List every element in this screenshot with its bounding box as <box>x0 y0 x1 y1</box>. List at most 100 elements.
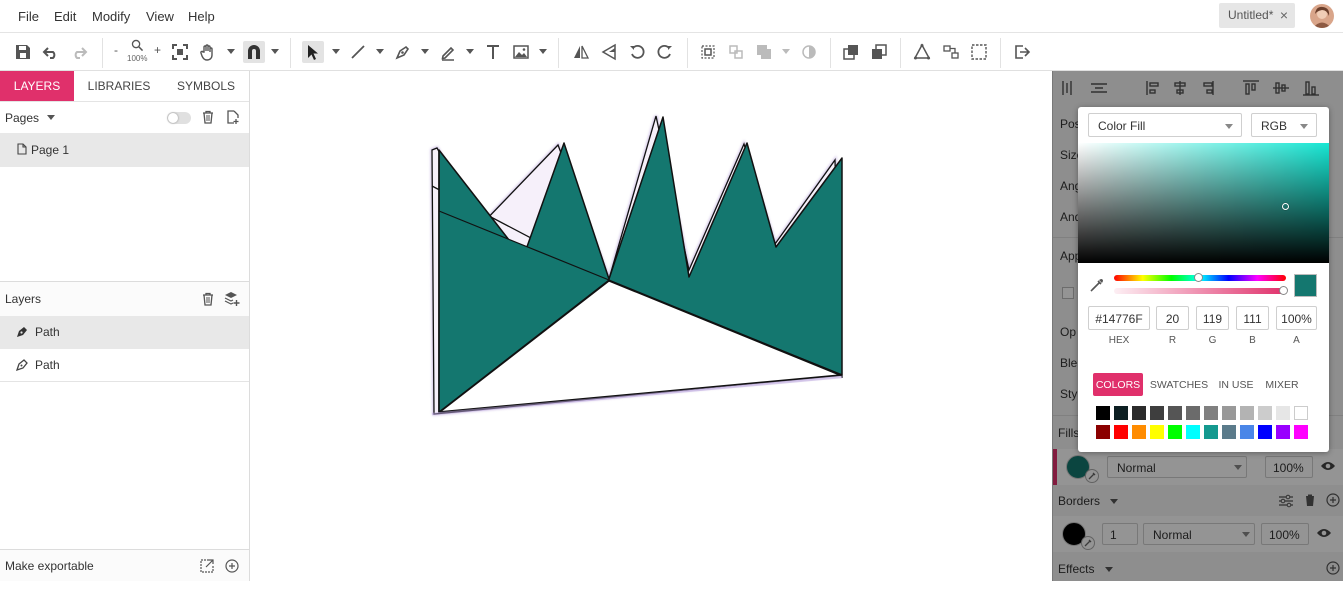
artboard-icon[interactable] <box>968 41 990 63</box>
color-swatch[interactable] <box>1168 406 1182 420</box>
rotate-left-icon[interactable] <box>626 41 648 63</box>
color-swatch[interactable] <box>1096 406 1110 420</box>
pencil-tool-icon[interactable] <box>437 41 459 63</box>
line-tool-icon[interactable] <box>347 41 369 63</box>
canvas-artwork[interactable] <box>250 71 1052 581</box>
fill-type-select[interactable]: Color Fill <box>1088 113 1242 137</box>
select-tool-icon[interactable] <box>302 41 324 63</box>
snap-magnet-icon[interactable] <box>243 41 265 63</box>
delete-layer-icon[interactable] <box>201 292 215 306</box>
zoom-out-button[interactable]: - <box>114 43 118 57</box>
color-swatch[interactable] <box>1222 425 1236 439</box>
layer-item[interactable]: Path <box>0 316 249 349</box>
image-tool-icon[interactable] <box>510 41 532 63</box>
color-swatch[interactable] <box>1132 406 1146 420</box>
color-swatch[interactable] <box>1258 406 1272 420</box>
saturation-value-area[interactable] <box>1078 143 1329 263</box>
fit-screen-icon[interactable] <box>169 41 191 63</box>
snap-dropdown[interactable] <box>271 49 279 54</box>
avatar[interactable] <box>1310 4 1334 28</box>
color-swatch[interactable] <box>1168 425 1182 439</box>
menu-modify[interactable]: Modify <box>92 9 130 24</box>
color-swatch[interactable] <box>1276 425 1290 439</box>
pages-dropdown-icon[interactable] <box>47 115 55 120</box>
undo-icon[interactable] <box>40 41 62 63</box>
export-icon[interactable] <box>1011 41 1033 63</box>
boolean-dropdown[interactable] <box>782 49 790 54</box>
eyedropper-icon[interactable] <box>1089 277 1105 293</box>
alpha-slider[interactable] <box>1114 286 1288 295</box>
color-swatch[interactable] <box>1186 425 1200 439</box>
menu-edit[interactable]: Edit <box>54 9 76 24</box>
bring-forward-icon[interactable] <box>840 41 862 63</box>
tab-colors[interactable]: COLORS <box>1093 373 1143 396</box>
redo-icon[interactable] <box>68 41 90 63</box>
red-input[interactable]: 20 <box>1156 306 1189 330</box>
tab-in-use[interactable]: IN USE <box>1216 373 1256 396</box>
pen-tool-dropdown[interactable] <box>421 49 429 54</box>
color-swatch[interactable] <box>1276 406 1290 420</box>
flip-horizontal-icon[interactable] <box>570 41 592 63</box>
color-swatch[interactable] <box>1204 406 1218 420</box>
hue-slider[interactable] <box>1114 273 1286 282</box>
color-swatch[interactable] <box>1114 425 1128 439</box>
menu-view[interactable]: View <box>146 9 174 24</box>
color-swatch[interactable] <box>1132 425 1146 439</box>
pages-toggle[interactable] <box>167 112 191 124</box>
color-swatch[interactable] <box>1114 406 1128 420</box>
hue-slider-thumb[interactable] <box>1194 273 1203 282</box>
zoom-icon[interactable] <box>127 37 147 53</box>
hex-input[interactable]: #14776F <box>1088 306 1150 330</box>
color-swatch[interactable] <box>1186 406 1200 420</box>
distribute-icon[interactable] <box>940 41 962 63</box>
select-tool-dropdown[interactable] <box>332 49 340 54</box>
image-tool-dropdown[interactable] <box>539 49 547 54</box>
ungroup-icon[interactable] <box>725 41 747 63</box>
close-tab-icon[interactable]: × <box>1280 7 1288 23</box>
delete-page-icon[interactable] <box>201 110 215 124</box>
add-layer-icon[interactable] <box>224 291 240 307</box>
color-swatch[interactable] <box>1294 406 1308 420</box>
export-slice-icon[interactable] <box>200 559 214 573</box>
pages-title[interactable]: Pages <box>5 111 39 125</box>
blue-input[interactable]: 111 <box>1236 306 1269 330</box>
color-swatch[interactable] <box>1294 425 1308 439</box>
alpha-input[interactable]: 100% <box>1276 306 1317 330</box>
document-tab[interactable]: Untitled* × <box>1219 3 1295 28</box>
color-swatch[interactable] <box>1150 406 1164 420</box>
color-swatch[interactable] <box>1240 425 1254 439</box>
save-icon[interactable] <box>12 41 34 63</box>
send-backward-icon[interactable] <box>868 41 890 63</box>
flip-vertical-icon[interactable] <box>598 41 620 63</box>
tab-libraries[interactable]: LIBRARIES <box>78 71 160 101</box>
pen-tool-icon[interactable] <box>392 41 414 63</box>
color-swatch[interactable] <box>1096 425 1110 439</box>
color-cursor[interactable] <box>1282 203 1289 210</box>
add-export-icon[interactable] <box>225 559 239 573</box>
tab-swatches[interactable]: SWATCHES <box>1148 373 1210 396</box>
tab-symbols[interactable]: SYMBOLS <box>166 71 246 101</box>
color-swatch[interactable] <box>1150 425 1164 439</box>
alpha-slider-thumb[interactable] <box>1279 286 1288 295</box>
tab-mixer[interactable]: MIXER <box>1262 373 1302 396</box>
canvas[interactable] <box>250 71 1052 581</box>
zoom-in-button[interactable]: + <box>154 43 161 57</box>
group-icon[interactable] <box>697 41 719 63</box>
shape-tool-dropdown[interactable] <box>376 49 384 54</box>
menu-file[interactable]: File <box>18 9 39 24</box>
color-model-select[interactable]: RGB <box>1251 113 1317 137</box>
color-swatch[interactable] <box>1204 425 1218 439</box>
menu-help[interactable]: Help <box>188 9 215 24</box>
color-swatch[interactable] <box>1222 406 1236 420</box>
color-swatch[interactable] <box>1240 406 1254 420</box>
green-input[interactable]: 119 <box>1196 306 1229 330</box>
boolean-union-icon[interactable] <box>753 41 775 63</box>
pencil-tool-dropdown[interactable] <box>466 49 474 54</box>
tab-layers[interactable]: LAYERS <box>0 71 74 101</box>
add-page-icon[interactable] <box>226 110 240 124</box>
text-tool-icon[interactable] <box>482 41 504 63</box>
layer-item[interactable]: Path <box>0 349 249 382</box>
rotate-right-icon[interactable] <box>654 41 676 63</box>
mask-icon[interactable] <box>798 41 820 63</box>
hand-tool-dropdown[interactable] <box>227 49 235 54</box>
